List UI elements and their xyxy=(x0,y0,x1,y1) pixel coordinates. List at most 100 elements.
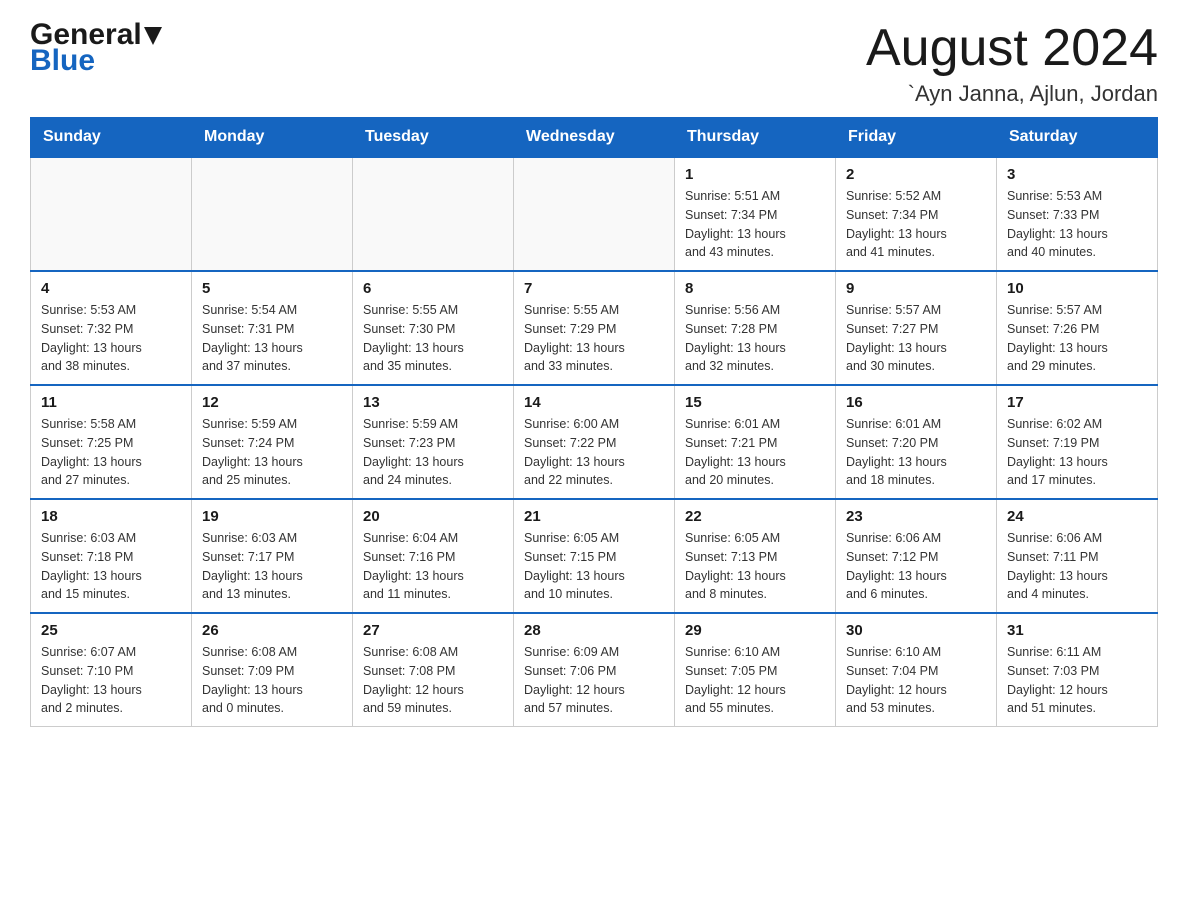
day-info: Sunrise: 6:01 AM Sunset: 7:21 PM Dayligh… xyxy=(685,415,825,490)
header-thursday: Thursday xyxy=(675,118,836,158)
calendar-cell: 5Sunrise: 5:54 AM Sunset: 7:31 PM Daylig… xyxy=(192,271,353,385)
day-info: Sunrise: 6:05 AM Sunset: 7:13 PM Dayligh… xyxy=(685,529,825,604)
week-row-4: 18Sunrise: 6:03 AM Sunset: 7:18 PM Dayli… xyxy=(31,499,1158,613)
day-number: 4 xyxy=(41,280,181,297)
page-header: General Blue August 2024 `Ayn Janna, Ajl… xyxy=(30,20,1158,107)
day-info: Sunrise: 5:55 AM Sunset: 7:30 PM Dayligh… xyxy=(363,301,503,376)
day-info: Sunrise: 5:57 AM Sunset: 7:26 PM Dayligh… xyxy=(1007,301,1147,376)
day-number: 10 xyxy=(1007,280,1147,297)
day-info: Sunrise: 6:05 AM Sunset: 7:15 PM Dayligh… xyxy=(524,529,664,604)
day-info: Sunrise: 5:55 AM Sunset: 7:29 PM Dayligh… xyxy=(524,301,664,376)
day-info: Sunrise: 6:01 AM Sunset: 7:20 PM Dayligh… xyxy=(846,415,986,490)
calendar-cell: 6 Sunrise: 5:55 AM Sunset: 7:30 PM Daylig… xyxy=(353,271,514,385)
header-tuesday: Tuesday xyxy=(353,118,514,158)
calendar-cell: 8 Sunrise: 5:56 AM Sunset: 7:28 PM Daylig… xyxy=(675,271,836,385)
day-number: 25 xyxy=(41,622,181,639)
header-wednesday: Wednesday xyxy=(514,118,675,158)
day-number: 23 xyxy=(846,508,986,525)
calendar-cell: 9 Sunrise: 5:57 AM Sunset: 7:27 PM Daylig… xyxy=(836,271,997,385)
calendar-cell: 18Sunrise: 6:03 AM Sunset: 7:18 PM Dayli… xyxy=(31,499,192,613)
calendar-cell: 26Sunrise: 6:08 AM Sunset: 7:09 PM Dayli… xyxy=(192,613,353,727)
calendar-cell xyxy=(514,157,675,271)
day-info: Sunrise: 6:10 AM Sunset: 7:04 PM Dayligh… xyxy=(846,643,986,718)
day-info: Sunrise: 6:04 AM Sunset: 7:16 PM Dayligh… xyxy=(363,529,503,604)
calendar-cell: 13Sunrise: 5:59 AM Sunset: 7:23 PM Dayli… xyxy=(353,385,514,499)
calendar-cell: 22 Sunrise: 6:05 AM Sunset: 7:13 PM Dayli… xyxy=(675,499,836,613)
day-info: Sunrise: 6:00 AM Sunset: 7:22 PM Dayligh… xyxy=(524,415,664,490)
day-number: 7 xyxy=(524,280,664,297)
day-info: Sunrise: 5:56 AM Sunset: 7:28 PM Dayligh… xyxy=(685,301,825,376)
day-number: 3 xyxy=(1007,166,1147,183)
calendar-table: Sunday Monday Tuesday Wednesday Thursday… xyxy=(30,117,1158,727)
logo-triangle-icon xyxy=(144,27,162,45)
calendar-cell: 25Sunrise: 6:07 AM Sunset: 7:10 PM Dayli… xyxy=(31,613,192,727)
logo-blue-text: Blue xyxy=(30,46,162,76)
calendar-cell: 19 Sunrise: 6:03 AM Sunset: 7:17 PM Dayli… xyxy=(192,499,353,613)
logo: General Blue xyxy=(30,20,162,76)
day-info: Sunrise: 6:09 AM Sunset: 7:06 PM Dayligh… xyxy=(524,643,664,718)
day-number: 21 xyxy=(524,508,664,525)
calendar-cell: 1Sunrise: 5:51 AM Sunset: 7:34 PM Daylig… xyxy=(675,157,836,271)
weekday-header-row: Sunday Monday Tuesday Wednesday Thursday… xyxy=(31,118,1158,158)
month-year-title: August 2024 xyxy=(866,20,1158,77)
day-number: 8 xyxy=(685,280,825,297)
day-info: Sunrise: 5:52 AM Sunset: 7:34 PM Dayligh… xyxy=(846,187,986,262)
calendar-cell: 29 Sunrise: 6:10 AM Sunset: 7:05 PM Dayli… xyxy=(675,613,836,727)
calendar-cell: 20 Sunrise: 6:04 AM Sunset: 7:16 PM Dayli… xyxy=(353,499,514,613)
calendar-cell: 21 Sunrise: 6:05 AM Sunset: 7:15 PM Dayli… xyxy=(514,499,675,613)
day-info: Sunrise: 5:59 AM Sunset: 7:24 PM Dayligh… xyxy=(202,415,342,490)
day-number: 28 xyxy=(524,622,664,639)
day-number: 9 xyxy=(846,280,986,297)
day-info: Sunrise: 5:58 AM Sunset: 7:25 PM Dayligh… xyxy=(41,415,181,490)
day-number: 13 xyxy=(363,394,503,411)
day-info: Sunrise: 5:53 AM Sunset: 7:33 PM Dayligh… xyxy=(1007,187,1147,262)
location-subtitle: `Ayn Janna, Ajlun, Jordan xyxy=(866,81,1158,107)
day-info: Sunrise: 6:06 AM Sunset: 7:12 PM Dayligh… xyxy=(846,529,986,604)
day-number: 17 xyxy=(1007,394,1147,411)
calendar-cell: 7 Sunrise: 5:55 AM Sunset: 7:29 PM Daylig… xyxy=(514,271,675,385)
calendar-cell: 16Sunrise: 6:01 AM Sunset: 7:20 PM Dayli… xyxy=(836,385,997,499)
day-number: 20 xyxy=(363,508,503,525)
day-number: 29 xyxy=(685,622,825,639)
day-info: Sunrise: 6:03 AM Sunset: 7:17 PM Dayligh… xyxy=(202,529,342,604)
calendar-cell: 3 Sunrise: 5:53 AM Sunset: 7:33 PM Daylig… xyxy=(997,157,1158,271)
calendar-cell: 24 Sunrise: 6:06 AM Sunset: 7:11 PM Dayli… xyxy=(997,499,1158,613)
day-info: Sunrise: 6:10 AM Sunset: 7:05 PM Dayligh… xyxy=(685,643,825,718)
day-number: 30 xyxy=(846,622,986,639)
calendar-cell: 30 Sunrise: 6:10 AM Sunset: 7:04 PM Dayli… xyxy=(836,613,997,727)
header-saturday: Saturday xyxy=(997,118,1158,158)
day-number: 26 xyxy=(202,622,342,639)
day-number: 12 xyxy=(202,394,342,411)
day-number: 5 xyxy=(202,280,342,297)
day-number: 19 xyxy=(202,508,342,525)
calendar-cell xyxy=(192,157,353,271)
day-info: Sunrise: 6:08 AM Sunset: 7:08 PM Dayligh… xyxy=(363,643,503,718)
header-friday: Friday xyxy=(836,118,997,158)
day-number: 11 xyxy=(41,394,181,411)
calendar-cell: 14 Sunrise: 6:00 AM Sunset: 7:22 PM Dayli… xyxy=(514,385,675,499)
header-monday: Monday xyxy=(192,118,353,158)
calendar-cell: 27Sunrise: 6:08 AM Sunset: 7:08 PM Dayli… xyxy=(353,613,514,727)
week-row-1: 1Sunrise: 5:51 AM Sunset: 7:34 PM Daylig… xyxy=(31,157,1158,271)
calendar-cell: 10 Sunrise: 5:57 AM Sunset: 7:26 PM Dayli… xyxy=(997,271,1158,385)
day-info: Sunrise: 5:51 AM Sunset: 7:34 PM Dayligh… xyxy=(685,187,825,262)
day-number: 2 xyxy=(846,166,986,183)
day-number: 31 xyxy=(1007,622,1147,639)
calendar-cell: 23 Sunrise: 6:06 AM Sunset: 7:12 PM Dayli… xyxy=(836,499,997,613)
day-info: Sunrise: 6:06 AM Sunset: 7:11 PM Dayligh… xyxy=(1007,529,1147,604)
day-number: 24 xyxy=(1007,508,1147,525)
calendar-cell: 31Sunrise: 6:11 AM Sunset: 7:03 PM Dayli… xyxy=(997,613,1158,727)
calendar-cell: 11 Sunrise: 5:58 AM Sunset: 7:25 PM Dayli… xyxy=(31,385,192,499)
day-info: Sunrise: 6:02 AM Sunset: 7:19 PM Dayligh… xyxy=(1007,415,1147,490)
week-row-3: 11 Sunrise: 5:58 AM Sunset: 7:25 PM Dayli… xyxy=(31,385,1158,499)
calendar-cell: 28 Sunrise: 6:09 AM Sunset: 7:06 PM Dayli… xyxy=(514,613,675,727)
calendar-cell: 2 Sunrise: 5:52 AM Sunset: 7:34 PM Daylig… xyxy=(836,157,997,271)
day-number: 6 xyxy=(363,280,503,297)
day-info: Sunrise: 5:57 AM Sunset: 7:27 PM Dayligh… xyxy=(846,301,986,376)
calendar-cell xyxy=(353,157,514,271)
week-row-5: 25Sunrise: 6:07 AM Sunset: 7:10 PM Dayli… xyxy=(31,613,1158,727)
day-number: 14 xyxy=(524,394,664,411)
title-block: August 2024 `Ayn Janna, Ajlun, Jordan xyxy=(866,20,1158,107)
day-number: 18 xyxy=(41,508,181,525)
day-number: 22 xyxy=(685,508,825,525)
